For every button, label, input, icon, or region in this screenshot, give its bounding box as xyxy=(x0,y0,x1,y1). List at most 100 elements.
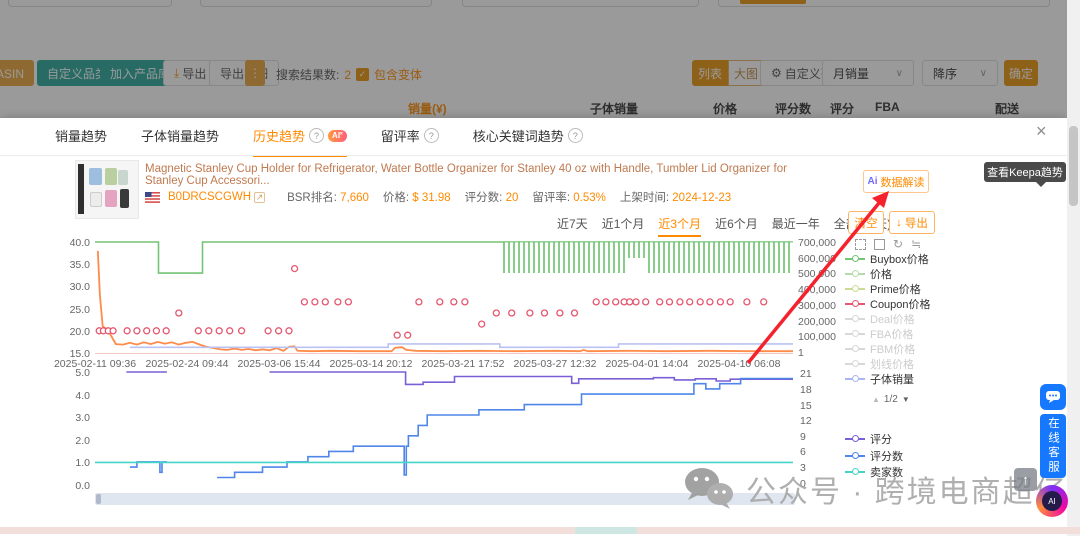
clear-button[interactable]: 清空 xyxy=(848,211,884,234)
buybox-band-notch xyxy=(626,258,648,274)
datazoom-slider[interactable] xyxy=(95,493,795,505)
axis-tick: 300,000 xyxy=(798,299,836,312)
product-metrics: BSR排名: 7,660 价格: $ 31.98 评分数: 20 留评率: 0.53%… xyxy=(273,189,731,205)
legend-item-Deal价格[interactable]: Deal价格 xyxy=(845,312,915,326)
us-flag-icon xyxy=(145,191,160,203)
download-icon: ↓ xyxy=(896,216,902,229)
axis-tick: 25.0 xyxy=(69,303,90,316)
axis-tick: 21 xyxy=(800,368,812,381)
tab-label: 子体销量趋势 xyxy=(141,129,220,144)
chart-toolbox: ↻ ≒ xyxy=(855,238,921,250)
help-icon: ? xyxy=(423,128,439,143)
box-zoom-icon[interactable] xyxy=(855,239,866,250)
up-arrow-icon: ↑ xyxy=(1022,472,1029,487)
tab-label: 销量趋势 xyxy=(55,129,108,144)
back-to-top-button[interactable]: ↑ xyxy=(1014,468,1037,491)
range-最近一年[interactable]: 最近一年 xyxy=(772,215,820,237)
legend-item-卖家数[interactable]: 卖家数 xyxy=(845,465,903,479)
legend-label: 评分数 xyxy=(870,450,903,463)
legend-label: Prime价格 xyxy=(870,283,921,296)
tab-留评率[interactable]: 留评率? xyxy=(381,126,439,157)
chat-icon xyxy=(1046,391,1060,403)
x-axis-date-label: 2025-04-01 14:04 xyxy=(605,358,689,370)
axis-tick: 40.0 xyxy=(69,237,90,249)
legend-label: 价格 xyxy=(870,268,892,281)
help-icon: ? xyxy=(567,128,583,143)
range-近1个月[interactable]: 近1个月 xyxy=(602,215,645,237)
legend-item-Coupon价格[interactable]: Coupon价格 xyxy=(845,297,931,311)
product-metric: 评分数: 20 xyxy=(464,192,519,204)
tab-历史趋势[interactable]: 历史趋势? AI˟ xyxy=(253,126,347,157)
ai-data-analysis-button[interactable]: Ai 数据解读 xyxy=(863,170,929,193)
scrollbar-thumb[interactable] xyxy=(1069,126,1078,206)
online-service-tab[interactable]: 在线客服 xyxy=(1040,414,1066,478)
asin-link[interactable]: B0DRCSCGWH ↗ xyxy=(168,191,266,203)
legend-label: 评分 xyxy=(870,433,892,446)
product-metric: BSR排名: 7,660 xyxy=(287,192,369,204)
axis-tick: 15 xyxy=(800,399,812,412)
bottom-page-edge xyxy=(0,527,1080,534)
history-trend-modal: 销量趋势 子体销量趋势 历史趋势? AI˟ 留评率? 核心关键词趋势? × Magneti… xyxy=(0,118,1067,536)
legend-item-评分数[interactable]: 评分数 xyxy=(845,449,903,463)
product-metric: 价格: $ 31.98 xyxy=(382,192,451,204)
range-近6个月[interactable]: 近6个月 xyxy=(715,215,758,237)
legend-item-FBA价格[interactable]: FBA价格 xyxy=(845,327,913,341)
legend-page-text: 1/2 xyxy=(883,394,898,405)
legend-page-up-icon[interactable]: ▲ xyxy=(872,395,880,404)
tab-核心关键词趋势[interactable]: 核心关键词趋势? xyxy=(473,126,583,157)
range-近3个月[interactable]: 近3个月 xyxy=(658,215,702,237)
axis-tick: 1.0 xyxy=(75,457,90,470)
axis-tick: 9 xyxy=(800,430,806,443)
x-axis-date-label: 2025-03-27 12:32 xyxy=(513,358,597,370)
help-icon: ? xyxy=(309,128,325,143)
legend-item-Buybox价格[interactable]: Buybox价格 xyxy=(845,252,929,266)
range-近7天[interactable]: 近7天 xyxy=(557,215,588,237)
x-axis-date-label: 2025-03-14 20:12 xyxy=(329,358,413,370)
product-thumbnail[interactable] xyxy=(75,160,139,219)
time-range-tabs: 近7天近1个月近3个月近6个月最近一年全部(64天) xyxy=(557,215,891,237)
axis-tick: 35.0 xyxy=(69,259,90,272)
legend-label: Coupon价格 xyxy=(870,298,931,311)
legend-item-子体销量[interactable]: 子体销量 xyxy=(845,372,914,386)
axis-tick: 100,000 xyxy=(798,331,836,344)
legend-marker-icon xyxy=(845,255,865,263)
tab-label: 留评率 xyxy=(380,129,420,144)
legend-page-down-icon[interactable]: ▼ xyxy=(902,395,910,404)
legend-marker-icon xyxy=(845,452,865,460)
x-axis-date-label: 2025-02-24 09:44 xyxy=(145,358,229,370)
legend-label: Buybox价格 xyxy=(870,253,929,266)
axis-tick: 700,000 xyxy=(798,237,836,249)
x-axis-date-label: 2025-04-10 06:08 xyxy=(697,358,781,370)
legend-item-划线价格[interactable]: 划线价格 xyxy=(845,357,914,371)
axis-tick: 20.0 xyxy=(69,325,90,338)
datazoom-handle[interactable] xyxy=(96,494,101,504)
axis-tick: 3 xyxy=(800,462,806,475)
product-info-row: B0DRCSCGWH ↗ BSR排名: 7,660 价格: $ 31.98 评分数:… xyxy=(145,189,731,205)
export-chart-button[interactable]: ↓ 导出 xyxy=(889,211,935,234)
x-axis-date-label: 2025-03-21 17:52 xyxy=(421,358,505,370)
legend-pager: ▲ 1/2 ▼ xyxy=(872,394,910,405)
compare-icon[interactable]: ≒ xyxy=(911,238,921,250)
product-title[interactable]: Magnetic Stanley Cup Holder for Refriger… xyxy=(145,163,805,187)
legend-item-评分[interactable]: 评分 xyxy=(845,432,892,446)
ai-assistant-logo[interactable]: AI xyxy=(1036,485,1068,517)
legend-marker-icon xyxy=(845,285,865,293)
axis-tick: 0.0 xyxy=(75,480,90,492)
chat-bubble-button[interactable] xyxy=(1040,384,1066,410)
tab-销量趋势[interactable]: 销量趋势 xyxy=(55,126,107,157)
legend-label: FBM价格 xyxy=(870,343,916,356)
tab-子体销量趋势[interactable]: 子体销量趋势 xyxy=(141,126,219,157)
zoom-reset-icon[interactable] xyxy=(874,239,885,250)
legend-item-FBM价格[interactable]: FBM价格 xyxy=(845,342,916,356)
app-window: 刷ASIN 自定义品类 加入产品库 ⤓导出 导出明细 ⋮ 搜索结果数: 2 ✓ … xyxy=(0,0,1080,536)
legend-item-价格[interactable]: 价格 xyxy=(845,267,892,281)
axis-tick: 30.0 xyxy=(69,281,90,294)
scrollbar-track[interactable] xyxy=(1067,0,1080,536)
legend-item-Prime价格[interactable]: Prime价格 xyxy=(845,282,921,296)
legend-label: 划线价格 xyxy=(870,358,914,371)
close-icon[interactable]: × xyxy=(1036,121,1047,142)
product-metric: 上架时间: 2024-12-23 xyxy=(619,192,732,204)
buybox-price-band xyxy=(503,242,793,274)
restore-icon[interactable]: ↻ xyxy=(893,238,903,250)
modal-tabs: 销量趋势 子体销量趋势 历史趋势? AI˟ 留评率? 核心关键词趋势? xyxy=(55,126,583,157)
